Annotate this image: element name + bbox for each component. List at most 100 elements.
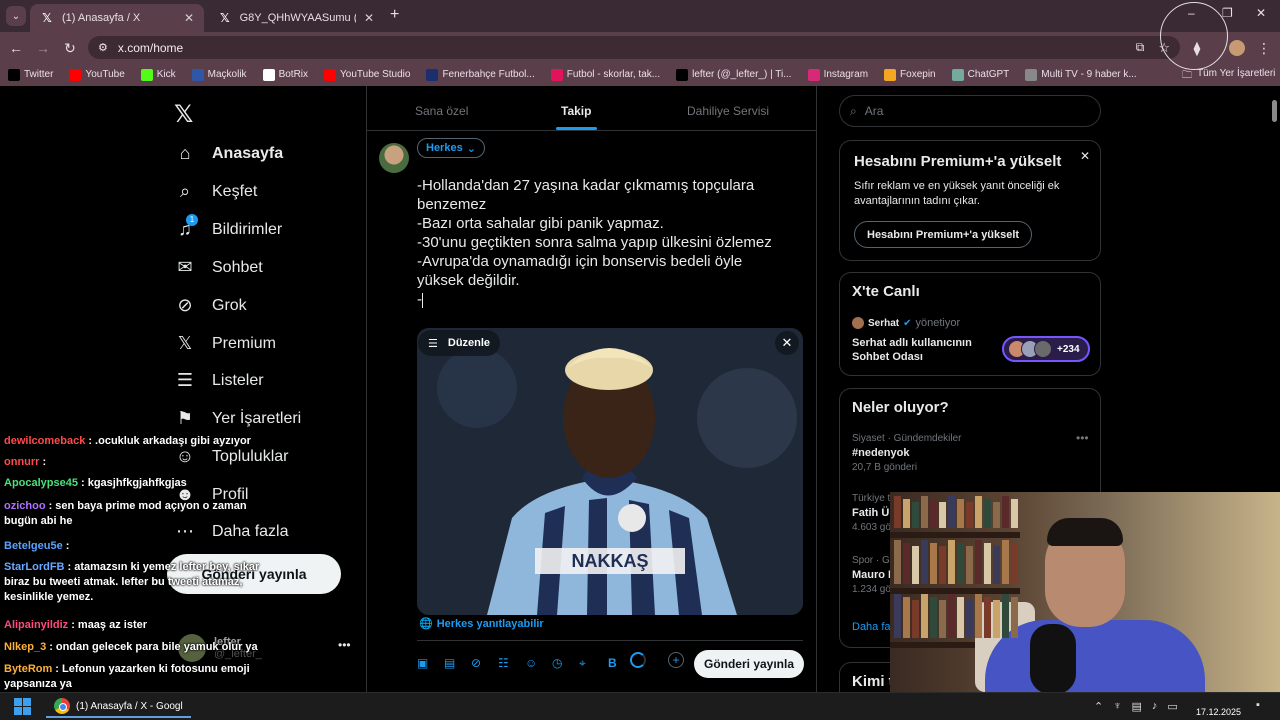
bookmark-item[interactable]: YouTube Studio <box>316 68 418 81</box>
forward-icon[interactable]: → <box>32 37 54 59</box>
menu-dots-icon[interactable]: ⋮ <box>1253 37 1275 59</box>
tab-list[interactable]: Dahiliye Servisi <box>687 104 769 118</box>
book <box>939 600 946 638</box>
remove-media-button[interactable]: ✕ <box>775 331 799 355</box>
show-more-link[interactable]: Daha fa <box>852 621 891 633</box>
tab-search-button[interactable]: ⌄ <box>6 6 26 26</box>
reply-setting-button[interactable]: 🌐 Herkes yanıtlayabilir <box>419 617 544 631</box>
bookmark-item[interactable]: Futbol - skorlar, tak... <box>543 68 668 81</box>
premium-upgrade-button[interactable]: Hesabını Premium+'a yükselt <box>854 221 1033 248</box>
tab-home[interactable]: 𝕏 (1) Anasayfa / X ✕ <box>30 4 204 32</box>
bold-icon[interactable]: B <box>608 656 617 670</box>
address-bar[interactable]: ⚙ x.com/home ⧉ ☆ <box>88 36 1180 59</box>
speaker-icon[interactable]: ♪ <box>1152 700 1158 713</box>
new-tab-button[interactable]: + <box>390 6 399 24</box>
browser-tab-bar: ⌄ 𝕏 (1) Anasayfa / X ✕ 𝕏 G8Y_QHhWYAASumu… <box>0 0 1280 32</box>
nav-item[interactable]: ⊘ Grok <box>174 295 247 316</box>
battery-icon[interactable]: ▭ <box>1167 700 1177 713</box>
bookmark-item[interactable]: Twitter <box>0 68 61 81</box>
bookmark-item[interactable]: Fenerbahçe Futbol... <box>418 68 542 81</box>
bookmark-item[interactable]: Foxepin <box>876 68 944 81</box>
avatar[interactable] <box>379 143 409 173</box>
image-icon[interactable]: ▣ <box>417 656 428 670</box>
space-title[interactable]: Serhat adlı kullanıcının Sohbet Odası <box>852 336 992 364</box>
nav-item[interactable]: ⚑ Yer İşaretleri <box>174 408 301 429</box>
svg-text:NAKKAŞ: NAKKAŞ <box>571 551 648 571</box>
bookmark-item[interactable]: Multi TV - 9 haber k... <box>1017 68 1144 81</box>
space-listeners[interactable]: +234 <box>1002 336 1090 362</box>
bookmark-item[interactable]: ChatGPT <box>944 68 1018 81</box>
tab-image[interactable]: 𝕏 G8Y_QHhWYAASumu (720×72( ✕ <box>208 4 384 32</box>
x-logo-icon[interactable]: 𝕏 <box>174 100 193 129</box>
emoji-icon[interactable]: ☺ <box>525 656 537 670</box>
nav-item[interactable]: ☰ Listeler <box>174 370 264 391</box>
bookmark-item[interactable]: Instagram <box>800 68 876 81</box>
close-window-icon[interactable]: ✕ <box>1256 6 1266 20</box>
clock[interactable]: 17.12.2025 <box>1196 695 1241 718</box>
book <box>912 502 919 528</box>
bookmark-item[interactable]: YouTube <box>61 68 132 81</box>
grok-icon[interactable]: ⊘ <box>471 656 481 670</box>
windows-start-icon[interactable] <box>14 698 31 715</box>
bookmark-favicon-icon <box>324 68 337 81</box>
listener-count: +234 <box>1057 343 1080 355</box>
install-app-icon[interactable]: ⧉ <box>1136 40 1145 55</box>
bookmark-item[interactable]: Maçkolik <box>184 68 255 81</box>
restore-icon[interactable]: ❐ <box>1222 6 1233 20</box>
nav-item[interactable]: ⌕ Keşfet <box>174 181 257 202</box>
search-box[interactable]: ⌕ Ara <box>839 95 1101 127</box>
nav-label: Yer İşaretleri <box>212 409 302 427</box>
more-dots-icon[interactable]: ••• <box>1076 431 1089 445</box>
close-tab-icon[interactable]: ✕ <box>184 11 194 25</box>
reload-icon[interactable]: ↻ <box>59 37 81 59</box>
compose-textarea[interactable]: -Hollanda'dan 27 yaşına kadar çıkmamış t… <box>417 176 802 309</box>
poll-icon[interactable]: ☷ <box>498 656 509 670</box>
book <box>939 546 946 584</box>
network-icon[interactable]: ▤ <box>1131 700 1141 713</box>
book <box>948 540 955 584</box>
chat-username: ByteRom <box>4 663 53 675</box>
who-to-follow-title: Kimi t <box>852 673 894 690</box>
taskbar-chrome-app[interactable]: (1) Anasayfa / X - Googl <box>46 696 191 718</box>
bookmark-item[interactable]: BotRix <box>255 68 316 81</box>
tab-title: G8Y_QHhWYAASumu (720×72( <box>239 12 356 24</box>
site-info-icon[interactable]: ⚙ <box>98 41 108 54</box>
char-progress-icon <box>630 652 646 668</box>
app-tray-icon[interactable]: ♆ <box>1113 700 1121 713</box>
nav-item[interactable]: ⌂ Anasayfa <box>174 143 284 164</box>
book <box>966 502 973 528</box>
chevron-up-icon[interactable]: ⌃ <box>1094 700 1103 713</box>
nav-item[interactable]: ✉ Sohbet <box>174 257 262 278</box>
book <box>1002 540 1009 584</box>
all-bookmarks[interactable]: 🗀 Tüm Yer İşaretleri <box>1182 68 1275 85</box>
streamer-body <box>985 620 1205 692</box>
close-icon[interactable]: ✕ <box>1080 149 1090 163</box>
trend-item[interactable]: Siyaset · Gündemdekiler #nedenyok 20,7 B… <box>852 433 962 473</box>
schedule-icon[interactable]: ◷ <box>552 656 562 670</box>
book <box>921 496 928 528</box>
edit-media-button[interactable]: ☰ Düzenle <box>418 330 501 356</box>
location-icon[interactable]: ⌖ <box>579 656 586 671</box>
scrollbar-thumb[interactable] <box>1272 100 1277 122</box>
notifications-icon[interactable]: ▪ <box>1256 699 1260 711</box>
publish-button[interactable]: Gönderi yayınla <box>694 650 804 678</box>
bookmark-item[interactable]: lefter (@_lefter_) | Ti... <box>668 68 799 81</box>
nav-item[interactable]: 𝕏 Premium <box>174 333 276 354</box>
book <box>984 499 991 528</box>
back-icon[interactable]: ← <box>5 37 27 59</box>
gif-icon[interactable]: ▤ <box>444 656 455 670</box>
nav-label: Grok <box>212 296 247 314</box>
add-thread-icon[interactable]: + <box>668 652 684 668</box>
profile-avatar[interactable] <box>1229 40 1245 56</box>
chat-username: dewilcomeback <box>4 435 86 447</box>
tab-following[interactable]: Takip <box>561 104 591 118</box>
close-tab-icon[interactable]: ✕ <box>364 11 374 25</box>
date-text: 17.12.2025 <box>1196 707 1242 717</box>
bookmark-item[interactable]: Kick <box>133 68 184 81</box>
tab-for-you[interactable]: Sana özel <box>415 104 468 118</box>
audience-selector[interactable]: Herkes ⌄ <box>417 138 485 158</box>
bookmark-label: YouTube <box>85 69 125 80</box>
book <box>903 543 910 584</box>
home-icon: ⌂ <box>179 143 191 163</box>
more-dots-icon[interactable]: ••• <box>338 638 351 652</box>
